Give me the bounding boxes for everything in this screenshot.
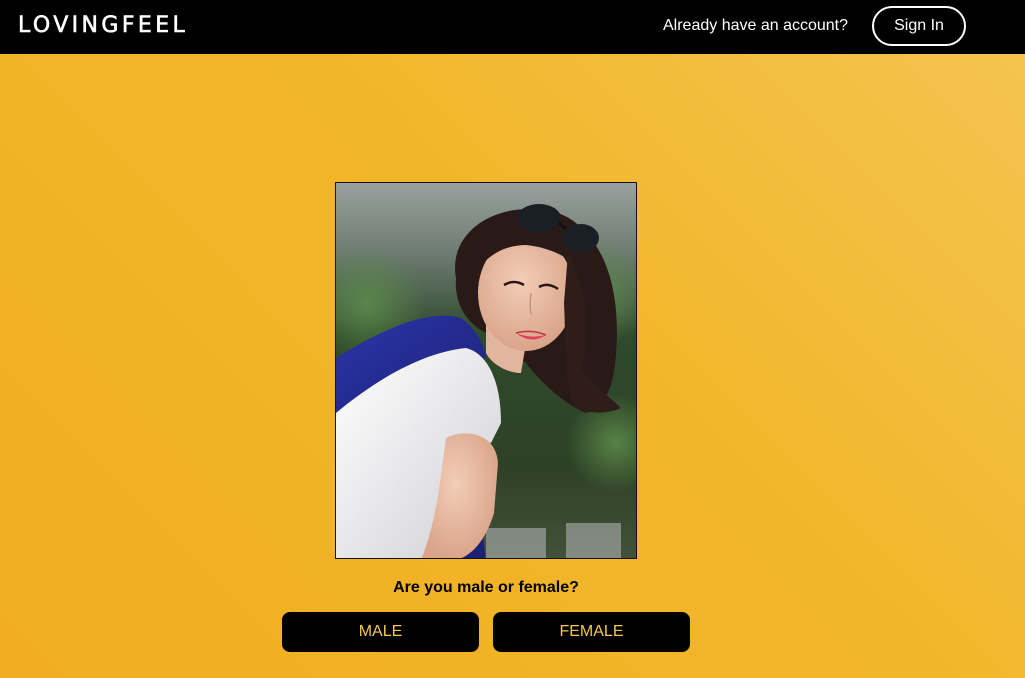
male-button[interactable]: MALE [282, 612, 479, 652]
top-bar: LOVINGFEEL Already have an account? Sign… [0, 0, 1025, 54]
site-logo[interactable]: LOVINGFEEL [18, 13, 188, 39]
sign-in-button[interactable]: Sign In [872, 6, 966, 46]
female-button[interactable]: FEMALE [493, 612, 690, 652]
already-have-account-text: Already have an account? [663, 17, 849, 34]
gender-question: Are you male or female? [393, 579, 579, 596]
profile-photo [335, 182, 637, 559]
